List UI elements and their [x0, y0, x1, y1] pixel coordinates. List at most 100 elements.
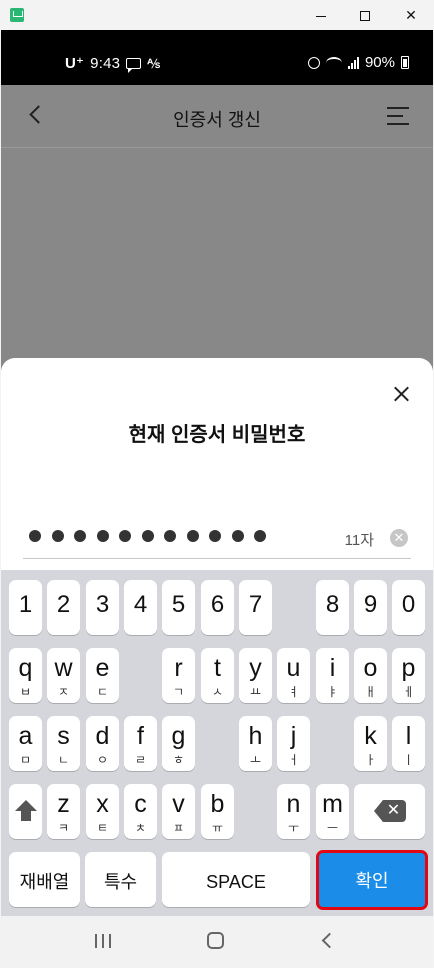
battery-icon — [401, 56, 409, 69]
key-x[interactable]: xㅌ — [86, 784, 119, 839]
key-p[interactable]: pㅔ — [392, 648, 425, 703]
key-5[interactable]: 5 — [162, 580, 195, 635]
key-g[interactable]: gㅎ — [162, 716, 195, 771]
backspace-icon: ✕ — [373, 800, 406, 822]
key-label: t — [214, 654, 221, 682]
key-a[interactable]: aㅁ — [9, 716, 42, 771]
wifi-icon — [325, 56, 342, 69]
key-label: b — [210, 790, 225, 818]
key-t[interactable]: tㅅ — [201, 648, 234, 703]
key-j[interactable]: jㅓ — [277, 716, 310, 771]
space-key[interactable]: SPACE — [162, 852, 310, 907]
key-label: 재배열 — [19, 872, 70, 892]
key-m[interactable]: mㅡ — [316, 784, 349, 839]
close-icon[interactable] — [385, 378, 417, 410]
key-w[interactable]: wㅈ — [47, 648, 80, 703]
key-v[interactable]: vㅍ — [162, 784, 195, 839]
key-r[interactable]: rㄱ — [162, 648, 195, 703]
battery-percent: 90% — [364, 54, 395, 71]
key-hangul-label: ㅇ — [96, 753, 109, 767]
key-hangul-label: ㅡ — [326, 821, 339, 835]
key-label: f — [137, 722, 144, 750]
key-hangul-label: ㅍ — [172, 821, 185, 835]
special-chars-key[interactable]: 특수 — [85, 852, 156, 907]
key-3[interactable]: 3 — [86, 580, 119, 635]
key-hangul-label: ㅈ — [57, 685, 70, 699]
confirm-button[interactable]: 확인 — [316, 850, 428, 910]
key-label: SPACE — [206, 872, 266, 892]
key-9[interactable]: 9 — [354, 580, 387, 635]
key-label: 7 — [248, 591, 263, 618]
key-hangul-label: ㅁ — [19, 753, 32, 767]
shift-key[interactable] — [9, 784, 42, 839]
key-label: h — [248, 722, 263, 750]
app-bar: 인증서 갱신 — [1, 85, 433, 147]
key-hangul-label: ㅑ — [326, 685, 339, 699]
emulator-window: ✕ U⁺ 9:43 ⅍ 90% 인증서 갱신 현재 인증서 비밀번호 11자 ✕… — [0, 0, 434, 968]
key-8[interactable]: 8 — [316, 580, 349, 635]
key-k[interactable]: kㅏ — [354, 716, 387, 771]
key-e[interactable]: eㄷ — [86, 648, 119, 703]
key-hangul-label: ㅎ — [172, 753, 185, 767]
backspace-key[interactable]: ✕ — [354, 784, 425, 839]
key-hangul-label: ㅣ — [402, 753, 415, 767]
password-dot — [96, 530, 109, 542]
password-dot — [254, 530, 266, 542]
key-q[interactable]: qㅂ — [9, 648, 42, 703]
clear-input-icon[interactable]: ✕ — [390, 529, 408, 547]
key-b[interactable]: bㅠ — [201, 784, 234, 839]
password-field[interactable]: 11자 ✕ — [23, 518, 411, 559]
key-o[interactable]: oㅐ — [354, 648, 387, 703]
password-dot — [186, 530, 199, 542]
minimize-button[interactable] — [298, 0, 344, 30]
key-hangul-label: ㄴ — [57, 753, 70, 767]
key-z[interactable]: zㅋ — [47, 784, 80, 839]
key-l[interactable]: lㅣ — [392, 716, 425, 771]
key-1[interactable]: 1 — [9, 580, 42, 635]
key-n[interactable]: nㅜ — [277, 784, 310, 839]
key-hangul-label: ㅂ — [19, 685, 32, 699]
phone-screen: U⁺ 9:43 ⅍ 90% 인증서 갱신 현재 인증서 비밀번호 11자 ✕ 1… — [1, 30, 433, 968]
key-label: 3 — [95, 591, 110, 618]
home-icon[interactable] — [207, 932, 224, 949]
password-dot — [29, 530, 41, 542]
key-hangul-label: ㅓ — [287, 753, 300, 767]
dimmed-overlay[interactable] — [1, 147, 433, 357]
nav-back-icon[interactable] — [321, 932, 338, 949]
key-6[interactable]: 6 — [201, 580, 234, 635]
shift-icon — [14, 800, 37, 822]
recent-apps-icon[interactable] — [95, 934, 111, 948]
key-label: 1 — [18, 591, 33, 618]
shuffle-key[interactable]: 재배열 — [9, 852, 80, 907]
key-label: v — [172, 790, 185, 818]
char-count: 11자 — [344, 532, 374, 549]
key-y[interactable]: yㅛ — [239, 648, 272, 703]
key-i[interactable]: iㅑ — [316, 648, 349, 703]
key-label: z — [57, 790, 70, 818]
key-7[interactable]: 7 — [239, 580, 272, 635]
key-label: g — [171, 722, 186, 750]
key-s[interactable]: sㄴ — [47, 716, 80, 771]
close-window-button[interactable]: ✕ — [388, 0, 434, 30]
key-c[interactable]: cㅊ — [124, 784, 157, 839]
key-0[interactable]: 0 — [392, 580, 425, 635]
key-u[interactable]: uㅕ — [277, 648, 310, 703]
key-h[interactable]: hㅗ — [239, 716, 272, 771]
password-dot — [51, 530, 64, 542]
menu-button[interactable] — [387, 107, 409, 125]
key-label: l — [405, 722, 412, 750]
key-hangul-label: ㅗ — [249, 753, 262, 767]
key-label: 0 — [401, 591, 416, 618]
key-label: 2 — [56, 591, 71, 618]
key-hangul-label: ㅜ — [287, 821, 300, 835]
key-f[interactable]: fㄹ — [124, 716, 157, 771]
carrier-label: U⁺ — [65, 55, 85, 72]
maximize-button[interactable] — [342, 0, 388, 30]
key-4[interactable]: 4 — [124, 580, 157, 635]
key-d[interactable]: dㅇ — [86, 716, 119, 771]
password-dots — [29, 530, 266, 542]
key-label: 4 — [133, 591, 148, 618]
key-hangul-label: ㅠ — [211, 821, 224, 835]
key-2[interactable]: 2 — [47, 580, 80, 635]
close-icon: ✕ — [405, 7, 417, 23]
